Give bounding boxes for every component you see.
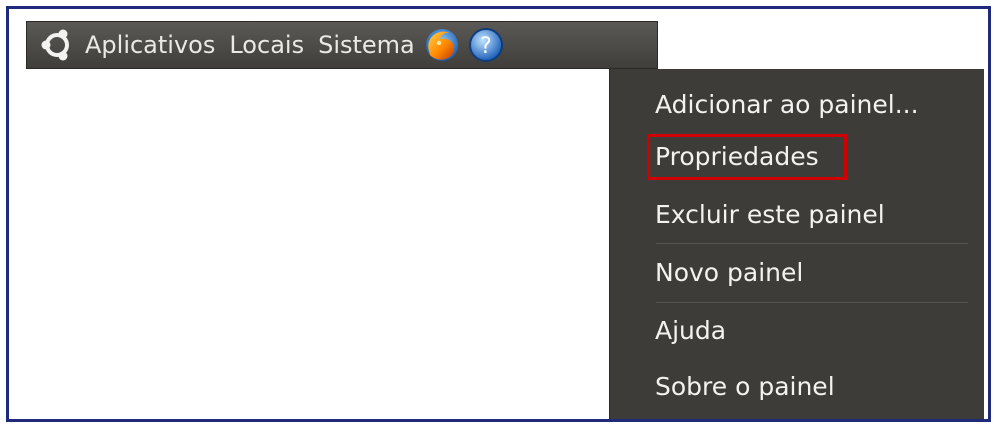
menu-item-excluir-este-painel[interactable]: Excluir este painel xyxy=(610,189,984,241)
panel-context-menu: Adicionar ao painel... Propriedades Excl… xyxy=(609,69,984,419)
menu-item-propriedades[interactable]: Propriedades xyxy=(610,131,984,183)
menu-item-ajuda[interactable]: Ajuda xyxy=(610,305,984,357)
firefox-icon[interactable] xyxy=(421,24,463,66)
svg-text:?: ? xyxy=(480,34,492,59)
top-panel: Aplicativos Locais Sistema ? xyxy=(26,21,658,69)
menu-separator xyxy=(656,243,968,244)
menu-item-sobre-o-painel[interactable]: Sobre o painel xyxy=(610,361,984,413)
menu-aplicativos[interactable]: Aplicativos xyxy=(85,21,215,69)
menu-item-novo-painel[interactable]: Novo painel xyxy=(610,247,984,299)
menu-separator xyxy=(656,302,968,303)
screenshot-frame: Aplicativos Locais Sistema ? Adicionar a… xyxy=(6,6,991,422)
menu-sistema[interactable]: Sistema xyxy=(318,21,415,69)
menu-locais[interactable]: Locais xyxy=(229,21,304,69)
help-icon[interactable]: ? xyxy=(465,24,507,66)
ubuntu-logo-icon[interactable] xyxy=(37,25,77,65)
menu-item-adicionar-ao-painel[interactable]: Adicionar ao painel... xyxy=(610,79,984,131)
